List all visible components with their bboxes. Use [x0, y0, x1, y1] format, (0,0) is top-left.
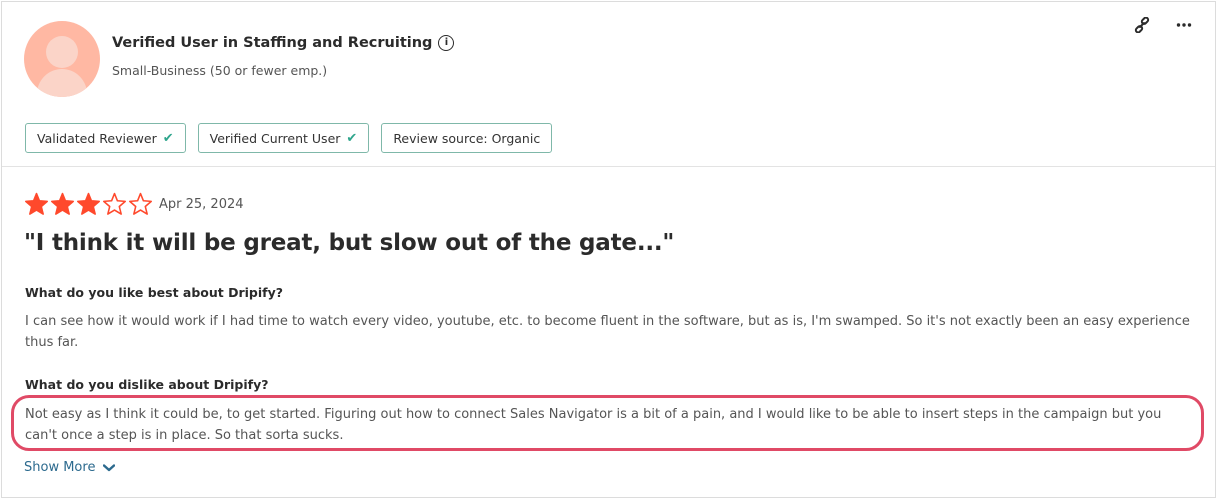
company-size: Small-Business (50 or fewer emp.) [112, 63, 328, 78]
dislikes-question: What do you dislike about Dripify? [25, 377, 269, 392]
info-icon[interactable]: i [438, 35, 455, 51]
show-more-label: Show More [24, 460, 96, 475]
rating-row: Apr 25, 2024 [24, 192, 244, 216]
card-actions [1133, 16, 1193, 34]
badge-review-source: Review source: Organic [381, 123, 553, 153]
likes-question: What do you like best about Dripify? [25, 285, 283, 300]
badge-label: Verified Current User [209, 130, 341, 146]
badge-verified-current-user: Verified Current User ✔ [197, 123, 370, 153]
badge-validated-reviewer: Validated Reviewer ✔ [25, 123, 186, 153]
reviewer-name: Verified User in Staffing and Recruiting… [112, 35, 455, 51]
star-rating [24, 192, 154, 216]
check-icon: ✔ [346, 130, 358, 146]
likes-answer: I can see how it would work if I had tim… [25, 314, 1190, 350]
star-empty-icon [102, 192, 127, 215]
review-title: "I think it will be great, but slow out … [24, 230, 675, 256]
highlight-outline [11, 395, 1204, 451]
reviewer-name-text: Verified User in Staffing and Recruiting [112, 35, 433, 51]
star-filled-icon [50, 192, 75, 215]
badge-label: Review source: Organic [393, 130, 541, 146]
avatar [24, 21, 100, 97]
check-icon: ✔ [162, 130, 174, 146]
badge-list: Validated Reviewer ✔ Verified Current Us… [25, 123, 553, 153]
badge-label: Validated Reviewer [37, 130, 157, 146]
link-icon[interactable] [1133, 16, 1151, 34]
review-card: Verified User in Staffing and Recruiting… [1, 1, 1216, 498]
avatar-body [37, 69, 87, 97]
divider [2, 166, 1215, 167]
more-icon[interactable] [1175, 16, 1193, 34]
show-more-link[interactable]: Show More [24, 460, 116, 475]
star-empty-icon [128, 192, 153, 215]
chevron-down-icon [103, 463, 116, 471]
review-date: Apr 25, 2024 [159, 196, 244, 212]
star-filled-icon [24, 192, 49, 215]
star-filled-icon [76, 192, 101, 215]
avatar-head [46, 36, 78, 68]
